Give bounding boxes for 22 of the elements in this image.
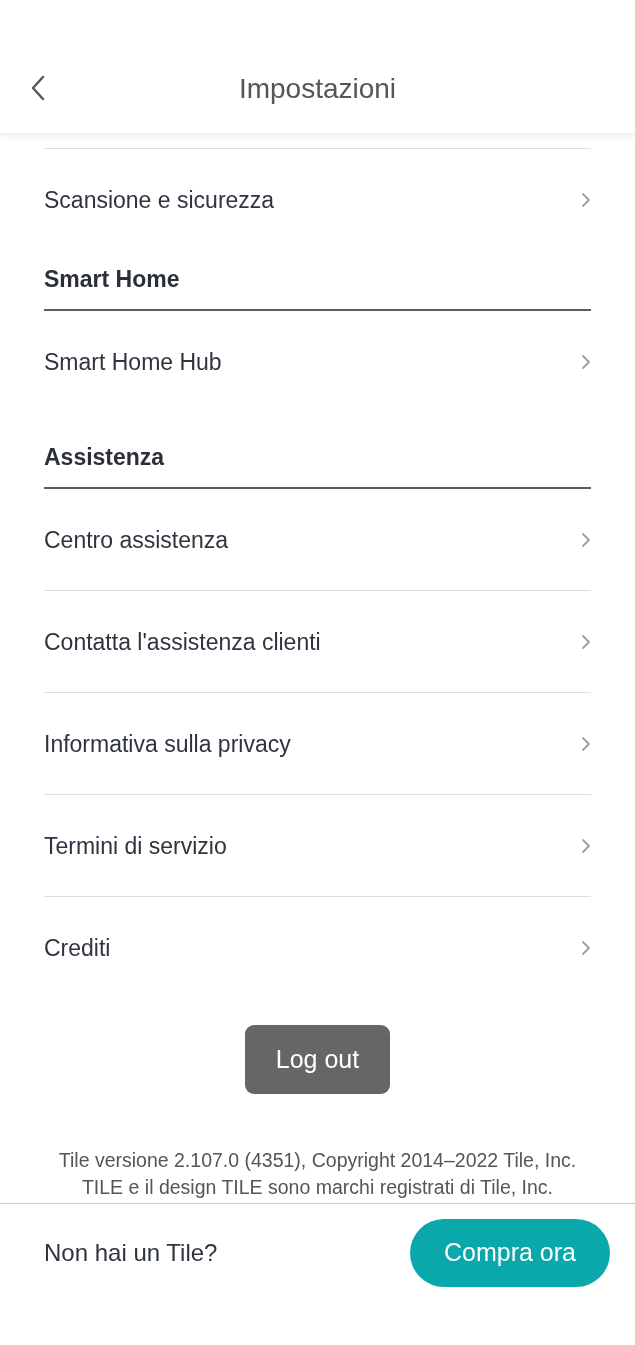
footer-text: Tile versione 2.107.0 (4351), Copyright 2014–2022 Tile, Inc. xyxy=(58,1148,577,1173)
settings-row[interactable]: Scansione e sicurezza xyxy=(44,149,591,250)
chevron-right-icon xyxy=(581,353,591,370)
section-heading: Assistenza xyxy=(44,443,165,471)
page-title: Impostazioni xyxy=(238,71,397,106)
chevron-right-icon xyxy=(581,531,591,548)
logout-button[interactable]: Log out xyxy=(245,1025,390,1094)
settings-row[interactable]: Contatta l'assistenza clienti xyxy=(44,591,591,692)
back-chevron-icon xyxy=(31,75,45,101)
section-heading: Smart Home xyxy=(44,265,180,293)
chevron-right-icon xyxy=(581,191,591,208)
promo-text: Non hai un Tile? xyxy=(44,1238,218,1268)
chevron-right-icon xyxy=(581,633,591,650)
settings-row[interactable]: Termini di servizio xyxy=(44,795,591,896)
chevron-right-icon xyxy=(581,735,591,752)
settings-row[interactable]: Centro assistenza xyxy=(44,489,591,590)
settings-row[interactable]: Crediti xyxy=(44,897,591,998)
settings-row[interactable]: Smart Home Hub xyxy=(44,311,591,412)
footer-text: TILE e il design TILE sono marchi registrati di Tile, Inc. xyxy=(81,1175,554,1200)
chevron-right-icon xyxy=(581,939,591,956)
settings-row[interactable]: Informativa sulla privacy xyxy=(44,693,591,794)
chevron-right-icon xyxy=(581,837,591,854)
